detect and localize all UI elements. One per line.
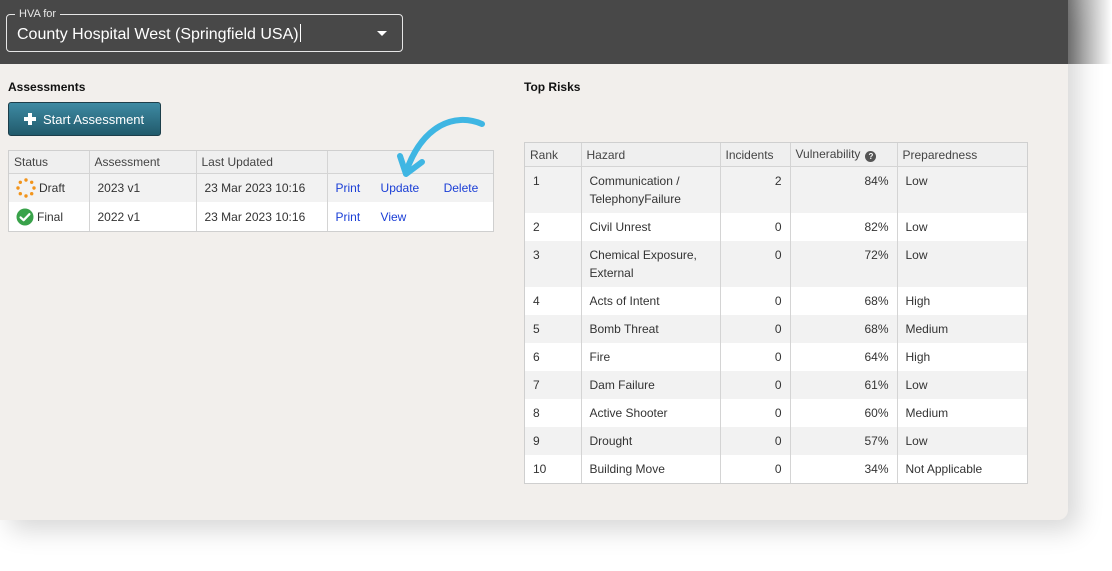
start-assessment-label: Start Assessment [43, 111, 145, 127]
status-cell: Final [9, 202, 90, 231]
incidents-cell: 0 [720, 287, 791, 315]
start-assessment-button[interactable]: Start Assessment [8, 102, 161, 136]
status-label: Draft [39, 180, 66, 195]
incidents-cell: 0 [720, 399, 791, 427]
column-header-incidents[interactable]: Incidents [720, 143, 791, 167]
table-row: 1 Communication / TelephonyFailure 2 84% Low [525, 166, 1027, 213]
column-header-vulnerability[interactable]: Vulnerability? [790, 143, 898, 167]
incidents-cell: 0 [720, 241, 791, 287]
table-row: 4 Acts of Intent 0 68% High [525, 287, 1027, 315]
top-risks-table: Rank Hazard Incidents Vulnerability? Pre… [524, 142, 1028, 484]
table-row: 3 Chemical Exposure, External 0 72% Low [525, 241, 1027, 287]
hva-facility-select[interactable]: HVA for County Hospital West (Springfiel… [6, 7, 403, 52]
column-header-assessment[interactable]: Assessment [89, 151, 197, 174]
print-link[interactable]: Print [336, 210, 361, 224]
vulnerability-cell: 84% [790, 166, 898, 213]
vulnerability-cell: 34% [790, 455, 898, 483]
plus-icon [24, 113, 36, 125]
vulnerability-cell: 64% [790, 343, 898, 371]
status-cell: Draft [9, 173, 90, 202]
incidents-cell: 2 [720, 166, 791, 213]
vulnerability-cell: 61% [790, 371, 898, 399]
vulnerability-cell: 68% [790, 287, 898, 315]
top-risks-title: Top Risks [524, 80, 581, 94]
preparedness-cell: Not Applicable [897, 455, 1027, 483]
last-updated: 23 Mar 2023 10:16 [196, 173, 328, 202]
column-header-last-updated[interactable]: Last Updated [196, 151, 328, 174]
incidents-cell: 0 [720, 213, 791, 241]
rank-cell: 9 [525, 427, 582, 455]
hazard-cell: Communication / TelephonyFailure [581, 166, 721, 213]
status-label: Final [37, 209, 64, 224]
preparedness-cell: High [897, 343, 1027, 371]
hazard-cell: Civil Unrest [581, 213, 721, 241]
rank-cell: 7 [525, 371, 582, 399]
vulnerability-cell: 68% [790, 315, 898, 343]
preparedness-cell: Low [897, 241, 1027, 287]
check-circle-icon [16, 208, 34, 225]
column-header-preparedness[interactable]: Preparedness [897, 143, 1027, 167]
vulnerability-cell: 82% [790, 213, 898, 241]
preparedness-cell: High [897, 287, 1027, 315]
preparedness-cell: Low [897, 427, 1027, 455]
preparedness-cell: Medium [897, 315, 1027, 343]
column-header-status[interactable]: Status [9, 151, 90, 174]
curved-arrow-icon [397, 117, 485, 177]
view-link[interactable]: View [381, 210, 407, 224]
app-window: HVA for County Hospital West (Springfiel… [0, 0, 1068, 520]
assessments-title: Assessments [8, 80, 86, 94]
preparedness-cell: Low [897, 213, 1027, 241]
assessment-name: 2023 v1 [89, 173, 197, 202]
table-row: Final 2022 v1 23 Mar 2023 10:16 Print Vi… [9, 202, 493, 231]
top-bar: HVA for County Hospital West (Springfiel… [0, 0, 1068, 64]
column-header-rank[interactable]: Rank [525, 143, 582, 167]
preparedness-cell: Low [897, 166, 1027, 213]
edge-fade [1060, 0, 1112, 64]
hazard-cell: Active Shooter [581, 399, 721, 427]
incidents-cell: 0 [720, 371, 791, 399]
vulnerability-header-label: Vulnerability [795, 147, 861, 161]
table-row: 6 Fire 0 64% High [525, 343, 1027, 371]
rank-cell: 2 [525, 213, 582, 241]
incidents-cell: 0 [720, 427, 791, 455]
table-row: 9 Drought 0 57% Low [525, 427, 1027, 455]
hazard-cell: Dam Failure [581, 371, 721, 399]
hazard-cell: Bomb Threat [581, 315, 721, 343]
preparedness-cell: Low [897, 371, 1027, 399]
hazard-cell: Acts of Intent [581, 287, 721, 315]
hva-select-label: HVA for [15, 7, 61, 21]
rank-cell: 1 [525, 166, 582, 213]
incidents-cell: 0 [720, 343, 791, 371]
vulnerability-cell: 72% [790, 241, 898, 287]
question-circle-icon[interactable]: ? [865, 151, 877, 162]
hazard-cell: Fire [581, 343, 721, 371]
rank-cell: 10 [525, 455, 582, 483]
vulnerability-cell: 57% [790, 427, 898, 455]
rank-cell: 8 [525, 399, 582, 427]
assessment-name: 2022 v1 [89, 202, 197, 231]
rank-cell: 5 [525, 315, 582, 343]
actions-cell: Print View [327, 202, 493, 231]
table-row: 7 Dam Failure 0 61% Low [525, 371, 1027, 399]
draft-spinner-icon [16, 178, 36, 198]
preparedness-cell: Medium [897, 399, 1027, 427]
last-updated: 23 Mar 2023 10:16 [196, 202, 328, 231]
hazard-cell: Chemical Exposure, External [581, 241, 721, 287]
table-row: 8 Active Shooter 0 60% Medium [525, 399, 1027, 427]
rank-cell: 3 [525, 241, 582, 287]
hazard-cell: Building Move [581, 455, 721, 483]
hva-select-value: County Hospital West (Springfield USA) [17, 26, 299, 43]
rank-cell: 6 [525, 343, 582, 371]
table-row: 5 Bomb Threat 0 68% Medium [525, 315, 1027, 343]
incidents-cell: 0 [720, 315, 791, 343]
print-link[interactable]: Print [336, 181, 361, 195]
incidents-cell: 0 [720, 455, 791, 483]
table-row: 10 Building Move 0 34% Not Applicable [525, 455, 1027, 483]
hazard-cell: Drought [581, 427, 721, 455]
table-row: 2 Civil Unrest 0 82% Low [525, 213, 1027, 241]
vulnerability-cell: 60% [790, 399, 898, 427]
rank-cell: 4 [525, 287, 582, 315]
column-header-hazard[interactable]: Hazard [581, 143, 721, 167]
chevron-down-icon[interactable] [377, 31, 387, 36]
